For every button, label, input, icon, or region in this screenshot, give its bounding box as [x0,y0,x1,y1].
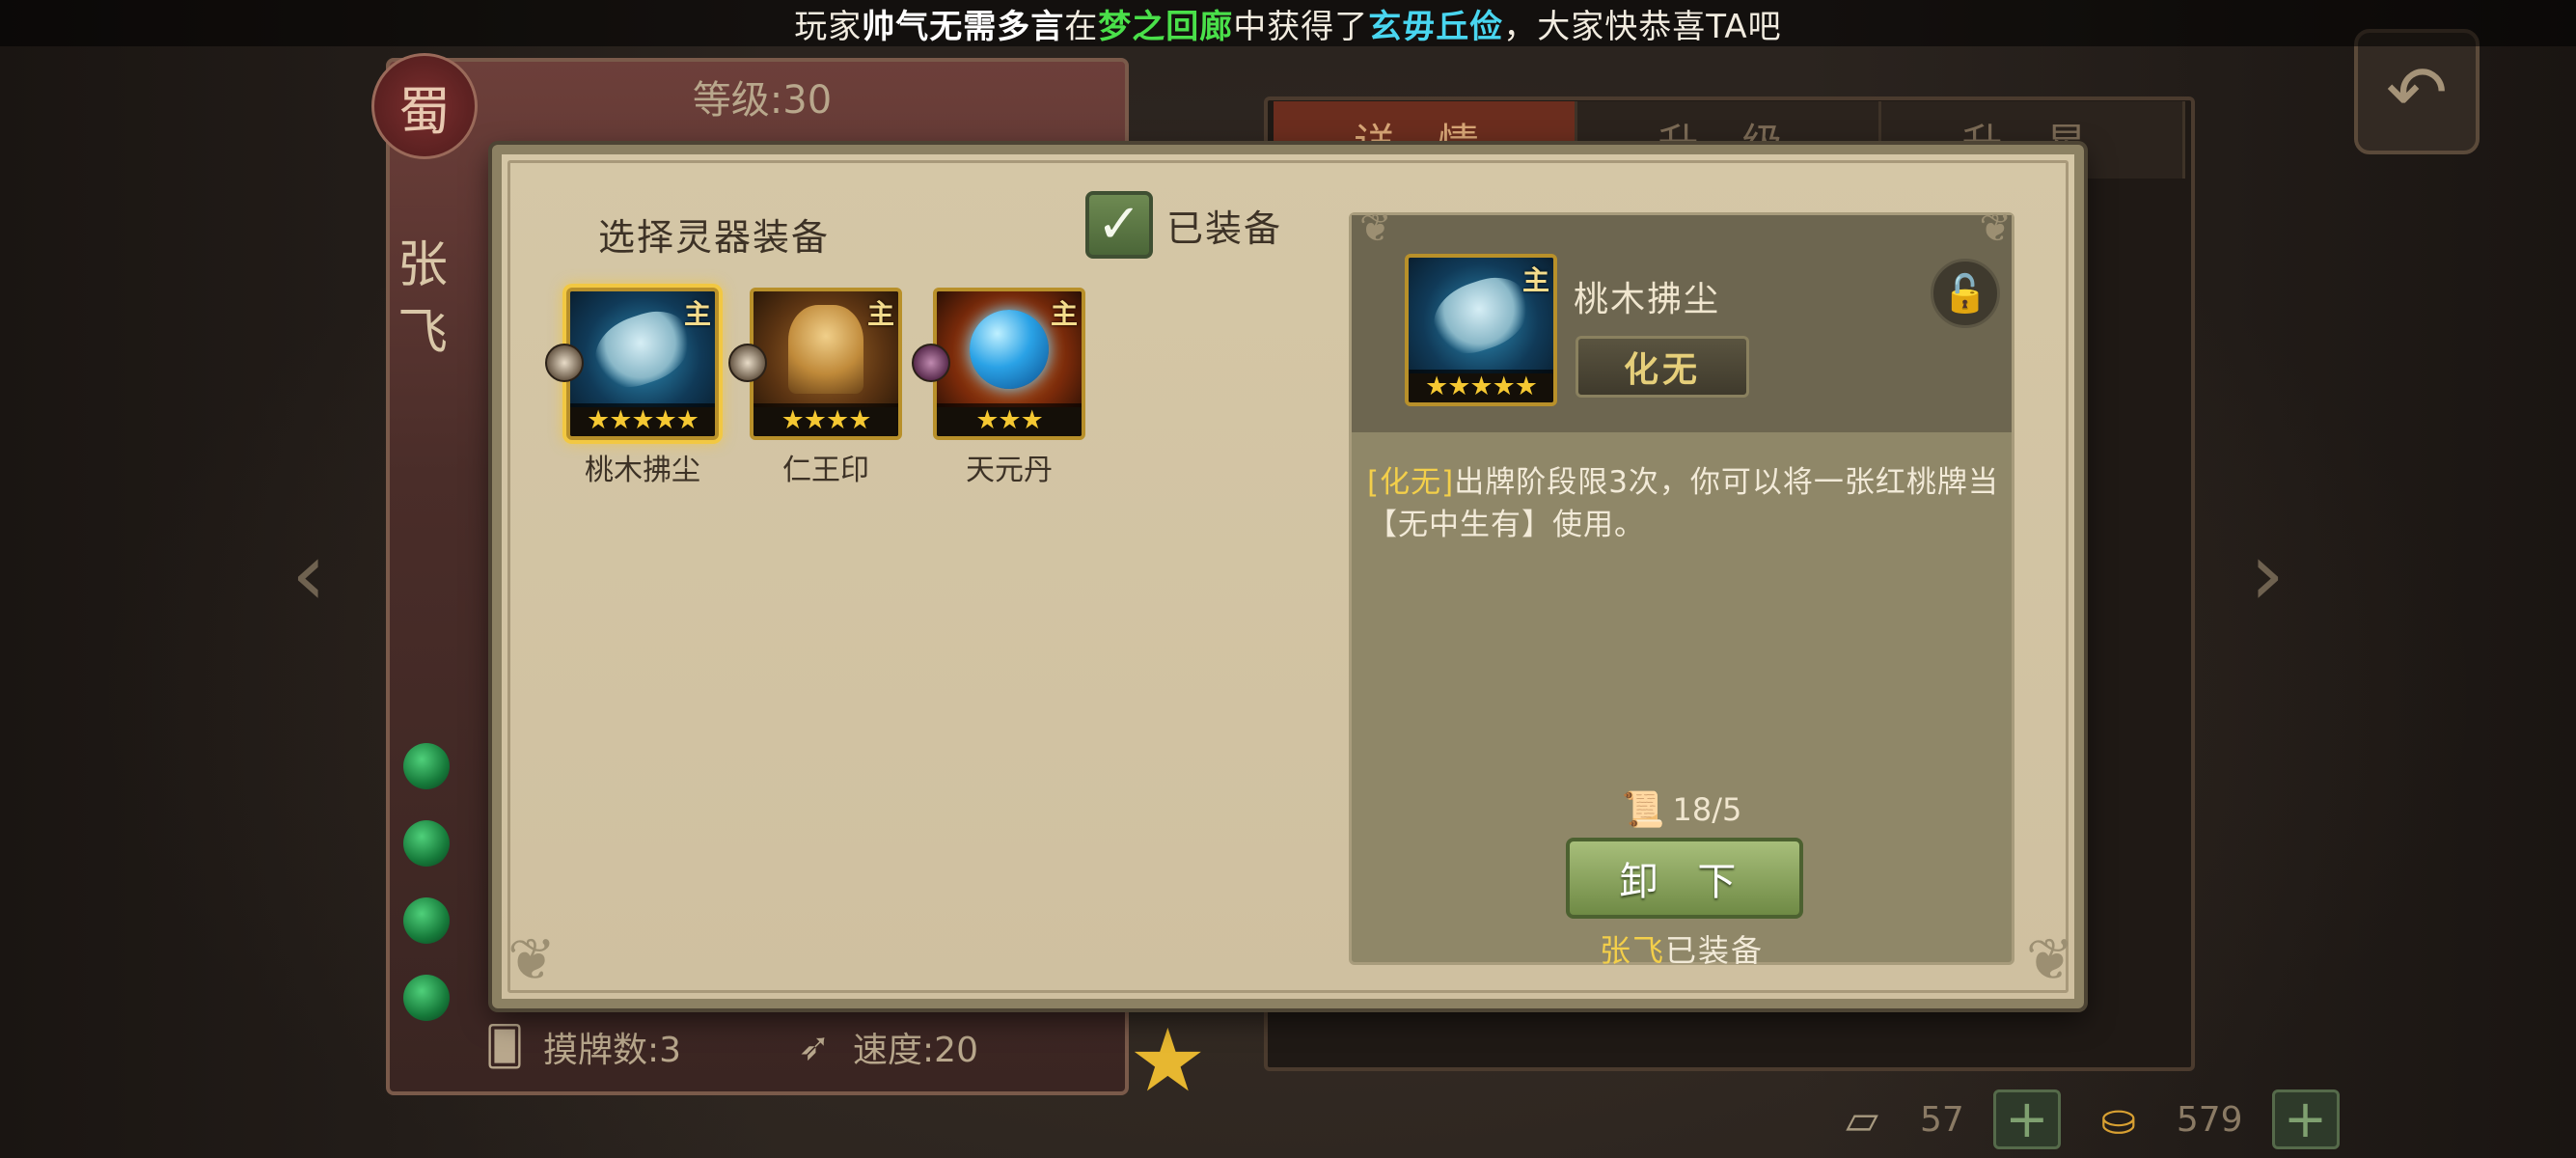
equipment-icon-frame: 主 ★★★★★ [1405,254,1557,406]
scroll-icon: 📜 [1621,790,1665,830]
equipment-select-dialog: ❦ ❦ 选择灵器装备 ✓ 已装备 主 ★★★★★ 桃木拂尘 主 ★★★★ 仁王印 [492,145,2084,1008]
marquee-player: 帅气无需多言 [862,7,1065,46]
ingot-icon: ⛀ [2100,1094,2137,1144]
main-badge: 主 [1521,264,1549,296]
equipped-suffix: 已装备 [1665,932,1765,969]
star-rating: ★★★ [937,403,1082,436]
equipment-icon-frame: 主 ★★★ [933,288,1085,440]
equipment-icon-frame: 主 ★★★★★ [566,288,719,440]
skill-description: [化无]出牌阶段限3次，你可以将一张红桃牌当【无中生有】使用。 [1367,461,2004,546]
equipped-filter[interactable]: ✓ 已装备 [1085,191,1282,259]
star-icon: ★ [1129,1010,1207,1112]
marquee-text: 在 [1064,7,1099,46]
fragment-count: 18/5 [1672,791,1742,828]
equipment-detail-pane: ❦ ❦ 主 ★★★★★ 桃木拂尘 化无 🔓 [化无]出牌阶段限3次，你可以将一张… [1349,209,2014,969]
equipped-by-note: 张飞已装备 [1352,926,2012,971]
scroll-currency-icon: ▱ [1846,1094,1878,1144]
star-rating: ★★★★★ [570,403,715,436]
star-rating: ★★★★ [754,403,898,436]
equipment-item[interactable]: 主 ★★★★ 仁王印 [728,288,904,488]
draw-count-label: 摸牌数:3 [543,1031,682,1070]
jade-orb-icon [403,743,450,789]
kingdom-seal-icon: 蜀 [371,53,478,159]
unlock-icon[interactable]: 🔓 [1931,259,2000,328]
owner-avatar [912,344,950,382]
add-scrolls-button[interactable]: + [1992,1089,2061,1149]
main-badge: 主 [1050,298,1078,330]
cards-icon: 🂠 [484,1025,525,1069]
skill-keyword: [化无] [1367,465,1455,500]
equipped-checkbox[interactable]: ✓ [1085,191,1153,259]
fragment-progress: 📜 18/5 [1352,789,2012,830]
marquee-text: 玩家 [794,7,863,46]
hero-level: 等级:30 [692,78,833,123]
marquee-text: ，大家快恭喜TA吧 [1503,7,1782,46]
equipped-hero-name: 张飞 [1599,932,1665,969]
boot-icon: ➶ [798,1025,831,1069]
equipment-item[interactable]: 主 ★★★★★ 桃木拂尘 [545,288,721,488]
add-ingots-button[interactable]: + [2271,1089,2340,1149]
currency-bar: ▱ 57 + ⛀ 579 + [1833,1081,2451,1158]
skill-text: 出牌阶段限3次，你可以将一张红桃牌当【无中生有】使用。 [1367,465,1999,542]
hero-stats: 🂠 摸牌数:3 ➶ 速度:20 [478,1013,1124,1081]
back-arrow-icon: ↶ [2386,48,2448,135]
equipment-name: 仁王印 [782,454,869,487]
main-badge: 主 [866,298,894,330]
ingot-count: 579 [2176,1099,2243,1140]
star-rating: ★★★★★ [1409,370,1553,402]
skill-chip[interactable]: 化无 [1576,336,1749,398]
scroll-count: 57 [1920,1099,1964,1140]
equipment-item[interactable]: 主 ★★★ 天元丹 [912,288,1087,488]
equipment-name: 天元丹 [966,454,1053,487]
equipment-icon-frame: 主 ★★★★ [750,288,902,440]
owner-avatar [545,344,584,382]
equipment-name: 桃木拂尘 [585,454,700,487]
section-title: 选择灵器装备 [598,216,831,259]
speed-label: 速度:20 [853,1031,978,1070]
back-button[interactable]: ↶ [2354,29,2480,154]
main-badge: 主 [683,298,711,330]
equipment-grid: 主 ★★★★★ 桃木拂尘 主 ★★★★ 仁王印 主 ★★★ 天元丹 [545,288,1087,488]
jade-orb-icon [403,975,450,1021]
jade-orb-icon [403,897,450,944]
marquee-item: 玄毋丘俭 [1368,7,1504,46]
hero-name: 张飞 [397,236,448,362]
unequip-button[interactable]: 卸 下 [1566,838,1803,919]
prev-hero-arrow-icon[interactable]: ‹ [285,521,333,627]
marquee-text: 中获得了 [1233,7,1369,46]
next-hero-arrow-icon[interactable]: › [2243,521,2291,627]
announcement-marquee: 玩家 帅气无需多言 在 梦之回廊 中获得了 玄毋丘俭 ，大家快恭喜TA吧 [0,0,2576,46]
marquee-location: 梦之回廊 [1098,7,1234,46]
checkmark-icon: ✓ [1096,193,1142,256]
detail-equipment-icon: 主 ★★★★★ [1405,254,1557,406]
owner-avatar [728,344,767,382]
detail-equipment-name: 桃木拂尘 [1574,280,1721,319]
corner-ornament-icon: ❦ [507,926,557,994]
draw-count-stat: 🂠 摸牌数:3 [478,1022,682,1072]
speed-stat: ➶ 速度:20 [787,1022,978,1072]
jade-orb-icon [403,820,450,867]
equipped-filter-label: 已装备 [1166,207,1283,250]
